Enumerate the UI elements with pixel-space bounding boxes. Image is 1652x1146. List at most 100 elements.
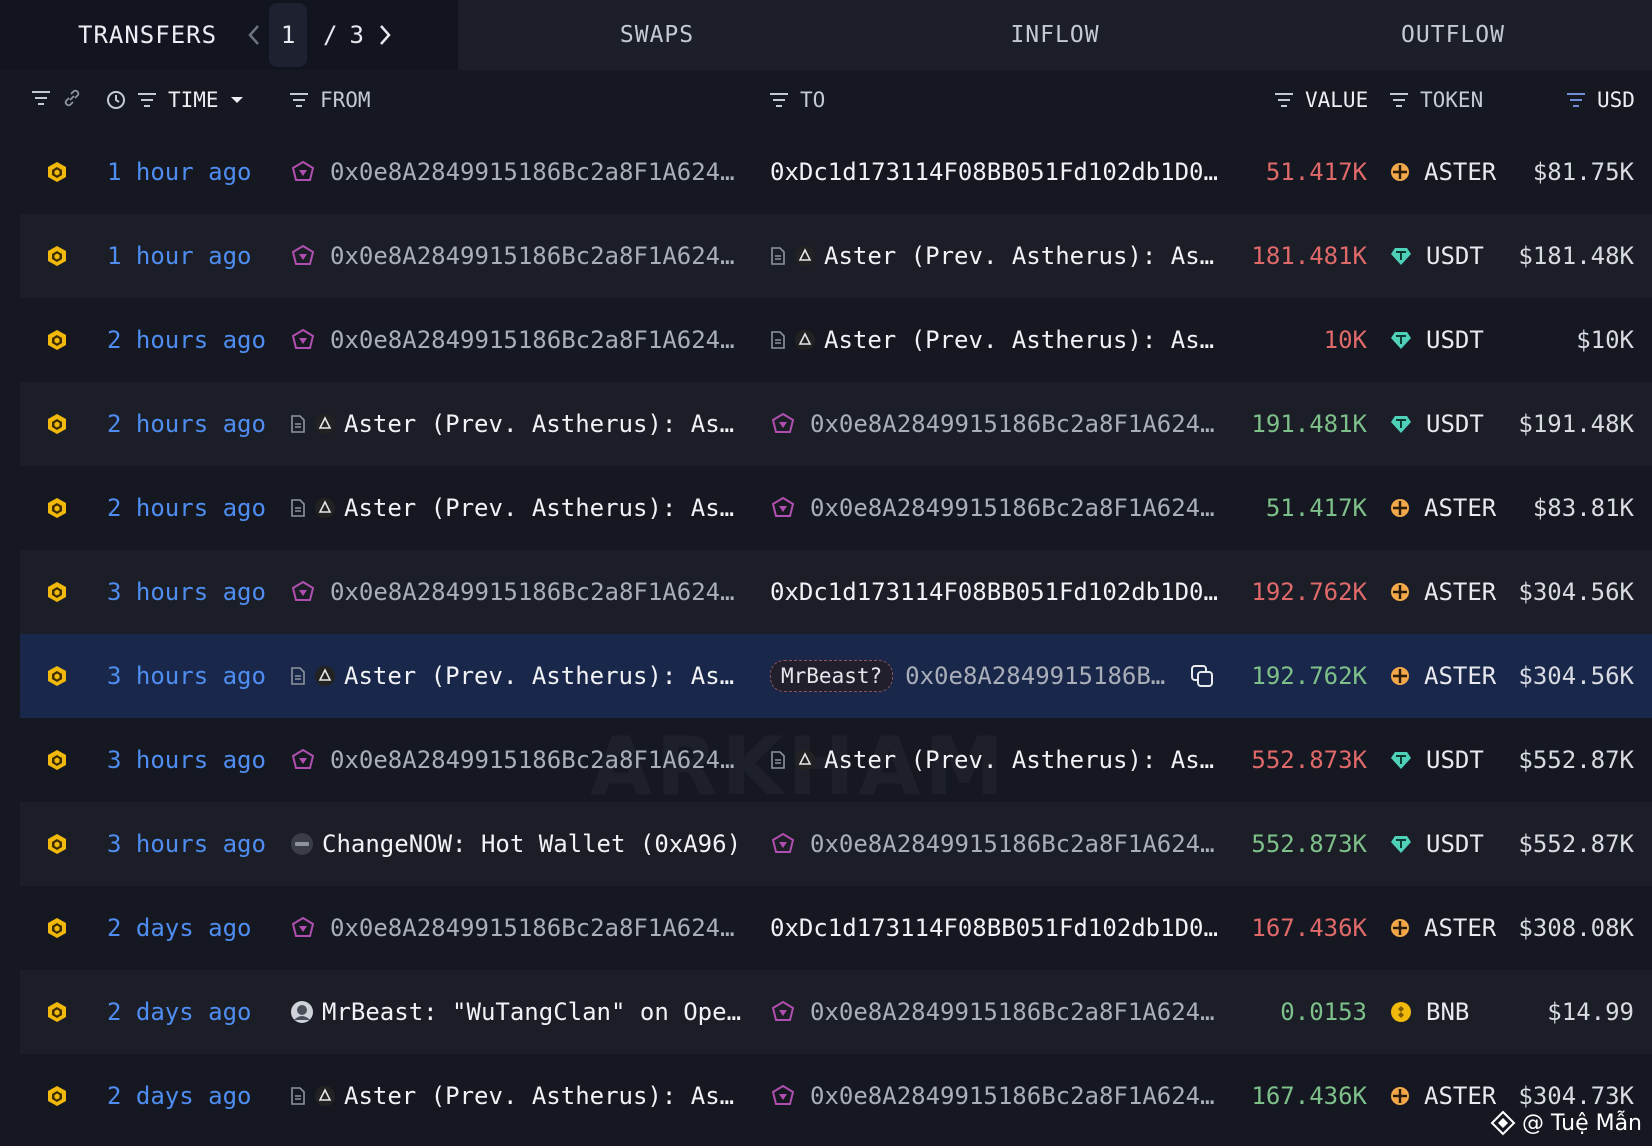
chevron-right-icon[interactable] [374, 24, 396, 46]
to-cell[interactable]: Aster (Prev. Astherus): As… [770, 298, 1220, 382]
usdt-token-icon [1391, 332, 1411, 349]
table-row[interactable]: 3 hours ago 0x0e8A2849915186Bc2a8F1A624…… [0, 718, 1652, 802]
value-column-header[interactable]: VALUE [1273, 88, 1368, 112]
to-cell[interactable]: Aster (Prev. Astherus): As… [770, 718, 1220, 802]
from-cell[interactable]: Aster (Prev. Astherus): As… [290, 634, 750, 718]
from-cell[interactable]: ChangeNOW: Hot Wallet (0xA96) [290, 802, 750, 886]
time-link[interactable]: 3 hours ago [107, 802, 266, 886]
entity-tag[interactable]: MrBeast? [770, 660, 894, 692]
caret-down-icon[interactable] [229, 95, 245, 105]
from-cell[interactable]: Aster (Prev. Astherus): As… [290, 382, 750, 466]
table-row[interactable]: 2 days ago 0x0e8A2849915186Bc2a8F1A624… … [0, 886, 1652, 970]
tab-transfers[interactable]: TRANSFERS 1 / 3 [0, 0, 458, 70]
filter-icon[interactable] [1273, 91, 1295, 109]
filter-icon[interactable] [768, 91, 790, 109]
token-cell[interactable]: USDT [1390, 802, 1484, 886]
to-cell[interactable]: MrBeast? 0x0e8A2849915186B… [770, 634, 1220, 718]
token-cell[interactable]: ASTER [1390, 130, 1496, 214]
time-link[interactable]: 3 hours ago [107, 634, 266, 718]
table-row[interactable]: 2 days ago MrBeast: "WuTangClan" on Ope…… [20, 970, 1652, 1054]
value-cell: 0.0153 [1280, 998, 1367, 1026]
to-cell[interactable]: 0x0e8A2849915186Bc2a8F1A624… [770, 466, 1220, 550]
from-cell[interactable]: Aster (Prev. Astherus): As… [290, 466, 750, 550]
link-icon[interactable] [62, 88, 82, 108]
to-cell[interactable]: 0x0e8A2849915186Bc2a8F1A624… [770, 382, 1220, 466]
from-cell[interactable]: MrBeast: "WuTangClan" on Ope… [290, 970, 750, 1054]
from-cell[interactable]: Aster (Prev. Astherus): As… [290, 1054, 750, 1138]
time-link[interactable]: 1 hour ago [107, 130, 252, 214]
time-link[interactable]: 2 days ago [107, 886, 252, 970]
time-link[interactable]: 2 hours ago [107, 466, 266, 550]
contract-icon [291, 415, 305, 433]
from-column-header[interactable]: FROM [288, 88, 371, 112]
token-cell[interactable]: ASTER [1390, 886, 1496, 970]
time-link[interactable]: 2 hours ago [107, 382, 266, 466]
filter-icon[interactable] [1388, 91, 1410, 109]
time-link[interactable]: 1 hour ago [107, 214, 252, 298]
to-cell[interactable]: 0x0e8A2849915186Bc2a8F1A624… [770, 970, 1220, 1054]
chevron-left-icon[interactable] [243, 24, 265, 46]
to-cell[interactable]: Aster (Prev. Astherus): As… [770, 214, 1220, 298]
to-cell[interactable]: 0xDc1d173114F08BB051Fd102db1D0… [770, 130, 1220, 214]
token-cell[interactable]: USDT [1390, 718, 1484, 802]
to-address: 0xDc1d173114F08BB051Fd102db1D0… [770, 914, 1218, 942]
from-cell[interactable]: 0x0e8A2849915186Bc2a8F1A624… [290, 130, 750, 214]
token-cell[interactable]: BNB [1390, 970, 1469, 1054]
from-entity: Aster (Prev. Astherus): As… [344, 494, 735, 522]
usd-cell: $308.08K [1518, 914, 1634, 942]
token-cell[interactable]: ASTER [1390, 550, 1496, 634]
time-link[interactable]: 3 hours ago [107, 550, 266, 634]
token-column-header[interactable]: TOKEN [1388, 88, 1483, 112]
filter-icon[interactable] [30, 89, 52, 107]
token-cell[interactable]: USDT [1390, 214, 1484, 298]
binance-square-icon [1490, 1110, 1516, 1136]
usdt-token-icon [1391, 752, 1411, 769]
time-column-header[interactable]: TIME [106, 88, 245, 112]
tab-outflow[interactable]: OUTFLOW [1254, 0, 1652, 70]
tab-swaps[interactable]: SWAPS [458, 0, 856, 70]
token-cell[interactable]: ASTER [1390, 1054, 1496, 1138]
copy-icon[interactable] [1189, 663, 1215, 689]
from-cell[interactable]: 0x0e8A2849915186Bc2a8F1A624… [290, 298, 750, 382]
token-cell[interactable]: ASTER [1390, 466, 1496, 550]
chain-filter[interactable] [30, 88, 82, 108]
usd-column-header[interactable]: USD [1565, 88, 1635, 112]
aster-entity-icon [315, 498, 335, 518]
to-cell[interactable]: 0x0e8A2849915186Bc2a8F1A624… [770, 1054, 1220, 1138]
bnb-chain-icon [46, 1054, 68, 1138]
current-page[interactable]: 1 [269, 3, 308, 67]
table-row[interactable]: 2 hours ago 0x0e8A2849915186Bc2a8F1A624…… [0, 298, 1652, 382]
from-cell[interactable]: 0x0e8A2849915186Bc2a8F1A624… [290, 886, 750, 970]
to-cell[interactable]: 0xDc1d173114F08BB051Fd102db1D0… [770, 886, 1220, 970]
tab-inflow[interactable]: INFLOW [856, 0, 1254, 70]
filter-icon[interactable] [136, 91, 158, 109]
wallet-icon [291, 160, 315, 181]
to-entity: Aster (Prev. Astherus): As… [824, 746, 1215, 774]
time-link[interactable]: 3 hours ago [107, 718, 266, 802]
from-cell[interactable]: 0x0e8A2849915186Bc2a8F1A624… [290, 214, 750, 298]
to-cell[interactable]: 0x0e8A2849915186Bc2a8F1A624… [770, 802, 1220, 886]
table-row[interactable]: 3 hours ago 0x0e8A2849915186Bc2a8F1A624…… [20, 550, 1652, 634]
table-row-selected[interactable]: 3 hours ago Aster (Prev. Astherus): As… … [20, 634, 1652, 718]
to-cell[interactable]: 0xDc1d173114F08BB051Fd102db1D0… [770, 550, 1220, 634]
wallet-icon [291, 328, 315, 349]
table-header: TIME FROM TO VALUE TOKEN USD [0, 70, 1652, 128]
bnb-chain-icon [46, 130, 68, 214]
filter-icon[interactable] [1565, 91, 1587, 109]
table-row[interactable]: 2 hours ago Aster (Prev. Astherus): As… … [0, 466, 1652, 550]
table-row[interactable]: 1 hour ago 0x0e8A2849915186Bc2a8F1A624… … [20, 214, 1652, 298]
table-row[interactable]: 1 hour ago 0x0e8A2849915186Bc2a8F1A624… … [0, 130, 1652, 214]
token-cell[interactable]: USDT [1390, 382, 1484, 466]
time-link[interactable]: 2 days ago [107, 970, 252, 1054]
to-column-header[interactable]: TO [768, 88, 825, 112]
table-row[interactable]: 2 days ago Aster (Prev. Astherus): As… 0… [0, 1054, 1652, 1138]
table-row[interactable]: 2 hours ago Aster (Prev. Astherus): As… … [20, 382, 1652, 466]
time-link[interactable]: 2 hours ago [107, 298, 266, 382]
from-cell[interactable]: 0x0e8A2849915186Bc2a8F1A624… [290, 718, 750, 802]
from-cell[interactable]: 0x0e8A2849915186Bc2a8F1A624… [290, 550, 750, 634]
filter-icon[interactable] [288, 91, 310, 109]
token-cell[interactable]: ASTER [1390, 634, 1496, 718]
time-link[interactable]: 2 days ago [107, 1054, 252, 1138]
table-row[interactable]: 3 hours ago ChangeNOW: Hot Wallet (0xA96… [20, 802, 1652, 886]
token-cell[interactable]: USDT [1390, 298, 1484, 382]
